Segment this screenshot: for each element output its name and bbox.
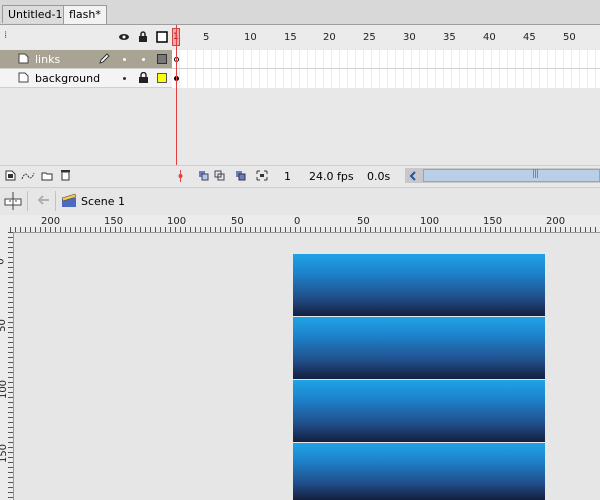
lock-dot[interactable] xyxy=(142,58,145,61)
ruler-label: 150 xyxy=(483,216,503,227)
insert-layer-icon[interactable] xyxy=(5,170,16,181)
delete-layer-icon[interactable] xyxy=(60,169,71,181)
document-tab-bar: Untitled-1 flash* xyxy=(0,0,600,25)
outline-color-swatch[interactable] xyxy=(157,54,167,64)
frame-tick: 50 xyxy=(563,32,576,43)
frame-tick: 10 xyxy=(244,32,257,43)
divider xyxy=(27,191,28,211)
ruler-label: 100 xyxy=(0,379,10,400)
timeline-header: ⁞ 1 5 10 15 20 25 30 35 40 45 50 xyxy=(0,25,600,49)
ruler-label: 150 xyxy=(0,443,10,464)
timeline-toggle-icon[interactable] xyxy=(3,191,23,211)
ruler-label: 0 xyxy=(294,216,301,227)
blue-gradient-band[interactable] xyxy=(293,443,545,500)
frame-tick: 5 xyxy=(203,32,210,43)
blue-gradient-band[interactable] xyxy=(293,317,545,379)
frame-tick: 15 xyxy=(284,32,297,43)
blue-gradient-band[interactable] xyxy=(293,380,545,442)
tab-label: flash* xyxy=(69,8,101,21)
frame-tick: 20 xyxy=(323,32,336,43)
scene-label[interactable]: Scene 1 xyxy=(81,195,125,208)
scroll-left-arrow-icon[interactable] xyxy=(408,171,418,181)
frame-tick: 35 xyxy=(443,32,456,43)
ruler-label: 200 xyxy=(41,216,61,227)
onion-skin-outlines-icon[interactable] xyxy=(214,170,226,181)
modify-onion-markers-icon[interactable] xyxy=(256,170,268,181)
frame-rate-readout[interactable]: 24.0 fps xyxy=(309,170,354,183)
ruler-label: 100 xyxy=(420,216,440,227)
ruler-label: 50 xyxy=(357,216,370,227)
pencil-icon xyxy=(99,53,110,64)
ruler-label: 200 xyxy=(546,216,566,227)
grip-icon: ||| xyxy=(532,169,539,179)
onion-skin-icon[interactable] xyxy=(198,170,210,181)
frame-tick: 45 xyxy=(523,32,536,43)
layer-row-background[interactable]: background xyxy=(0,69,172,88)
scroll-thumb[interactable]: ||| xyxy=(423,169,600,182)
ruler-label: 50 xyxy=(0,319,8,332)
edit-multiple-frames-icon[interactable] xyxy=(235,170,247,181)
ruler-label: 50 xyxy=(231,216,244,227)
add-motion-guide-icon[interactable] xyxy=(21,170,35,181)
center-frame-icon[interactable] xyxy=(177,170,184,182)
tab-flash[interactable]: flash* xyxy=(63,5,107,24)
current-frame-readout: 1 xyxy=(284,170,291,183)
edit-bar: Scene 1 xyxy=(0,187,600,214)
frame-tick: 30 xyxy=(403,32,416,43)
frame-row-divider xyxy=(172,68,600,69)
frame-grid[interactable] xyxy=(172,50,600,88)
vertical-ruler: 0 50 100 150 xyxy=(0,232,14,500)
playhead-line xyxy=(176,25,177,167)
timeline-horizontal-scrollbar[interactable]: ||| xyxy=(405,168,600,183)
frame-ruler: 5 10 15 20 25 30 35 40 45 50 xyxy=(0,25,600,49)
lock-icon[interactable] xyxy=(138,72,149,84)
ruler-corner xyxy=(0,215,10,232)
frame-tick: 25 xyxy=(363,32,376,43)
frame-cells xyxy=(172,50,600,88)
insert-folder-icon[interactable] xyxy=(41,170,53,181)
divider xyxy=(55,191,56,211)
blue-gradient-band[interactable] xyxy=(293,254,545,316)
frame-tick: 40 xyxy=(483,32,496,43)
ruler-ticks xyxy=(10,227,600,232)
horizontal-ruler: 200 150 100 50 0 50 100 150 200 xyxy=(10,215,600,233)
layer-icon xyxy=(18,53,29,64)
tab-untitled-1[interactable]: Untitled-1 xyxy=(2,5,69,23)
ruler-label: 100 xyxy=(167,216,187,227)
layer-icon xyxy=(18,72,29,83)
elapsed-time-readout: 0.0s xyxy=(367,170,391,183)
layer-name: links xyxy=(35,53,61,66)
outline-color-swatch[interactable] xyxy=(157,73,167,83)
ruler-label: 150 xyxy=(104,216,124,227)
timeline-panel: ⁞ 1 5 10 15 20 25 30 35 40 45 50 links xyxy=(0,25,600,188)
tab-label: Untitled-1 xyxy=(8,8,63,21)
layer-row-links[interactable]: links xyxy=(0,50,172,69)
scene-clapperboard-icon xyxy=(61,193,77,207)
layers-list: links background xyxy=(0,50,172,88)
visibility-dot[interactable] xyxy=(123,77,126,80)
layer-name: background xyxy=(35,72,101,85)
visibility-dot[interactable] xyxy=(123,58,126,61)
ruler-label: 0 xyxy=(0,258,7,264)
back-arrow-icon[interactable] xyxy=(36,194,50,206)
